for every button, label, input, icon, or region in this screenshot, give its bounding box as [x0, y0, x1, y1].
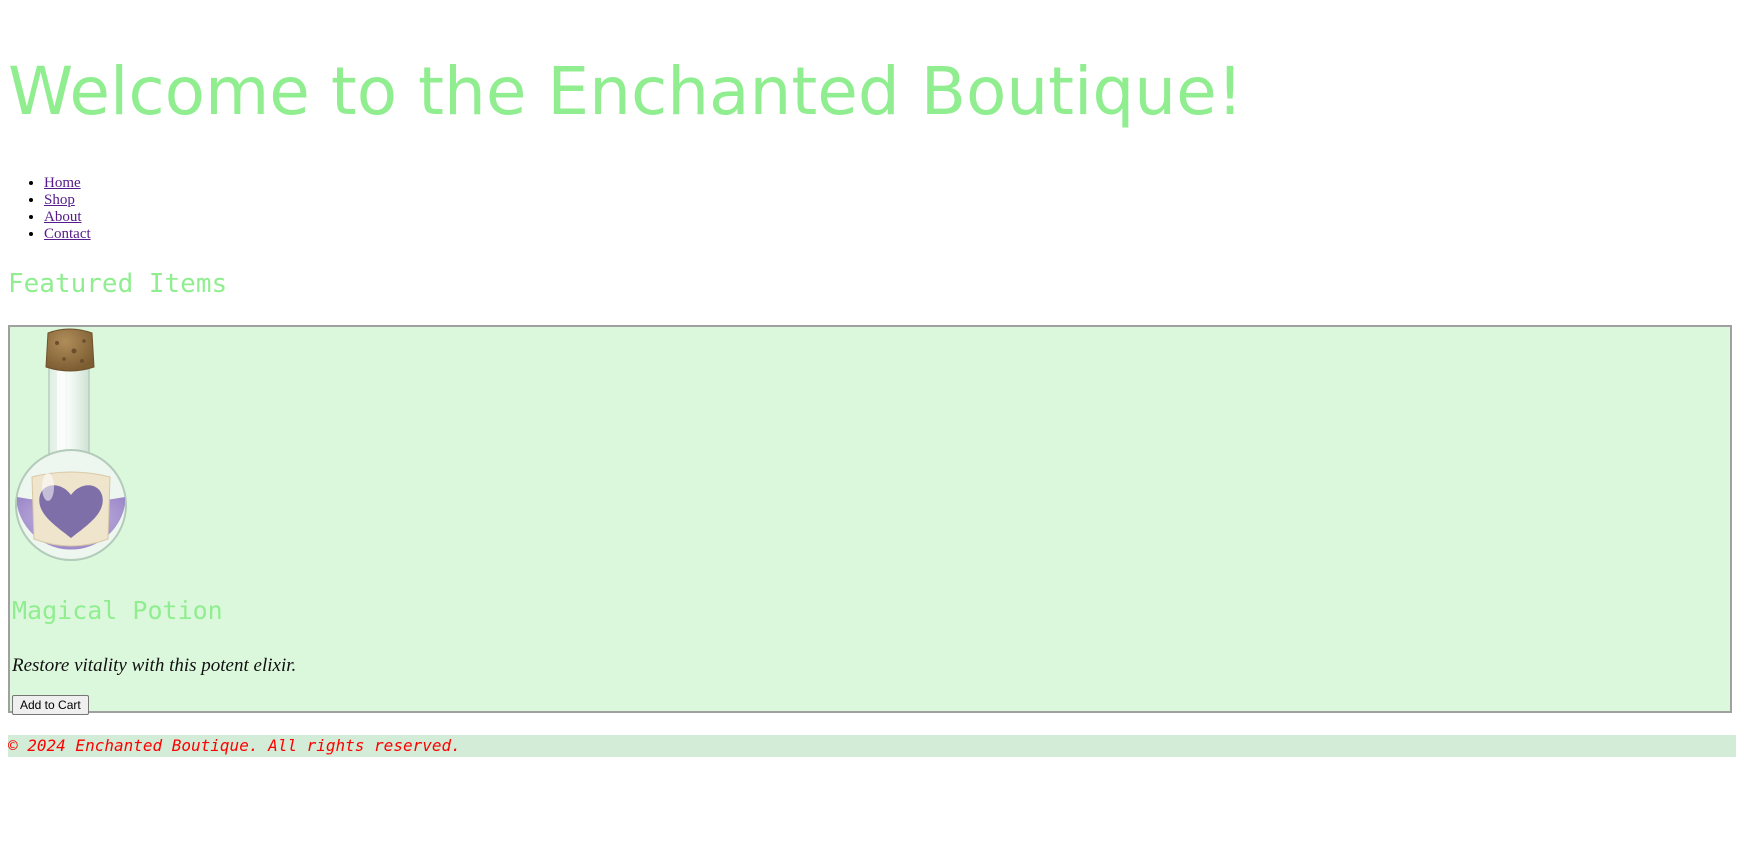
- nav-link-about[interactable]: About: [44, 209, 82, 225]
- page-title: Welcome to the Enchanted Boutique!: [8, 53, 1244, 130]
- nav-item-shop: Shop: [44, 192, 91, 209]
- product-card: Magical Potion Restore vitality with thi…: [8, 325, 1732, 715]
- nav-item-about: About: [44, 209, 91, 226]
- add-to-cart-button[interactable]: Add to Cart: [12, 695, 89, 715]
- product-description: Restore vitality with this potent elixir…: [12, 655, 297, 676]
- nav-link-contact[interactable]: Contact: [44, 226, 91, 242]
- potion-bottle-heart-icon: [15, 328, 127, 561]
- nav-item-home: Home: [44, 175, 91, 192]
- featured-items-heading: Featured Items: [8, 269, 228, 299]
- product-name: Magical Potion: [12, 596, 223, 625]
- nav-link-shop[interactable]: Shop: [44, 192, 75, 208]
- nav-link-home[interactable]: Home: [44, 175, 81, 191]
- main-nav: Home Shop About Contact: [8, 175, 91, 243]
- nav-item-contact: Contact: [44, 226, 91, 243]
- footer-copyright: © 2024 Enchanted Boutique. All rights re…: [8, 735, 1736, 757]
